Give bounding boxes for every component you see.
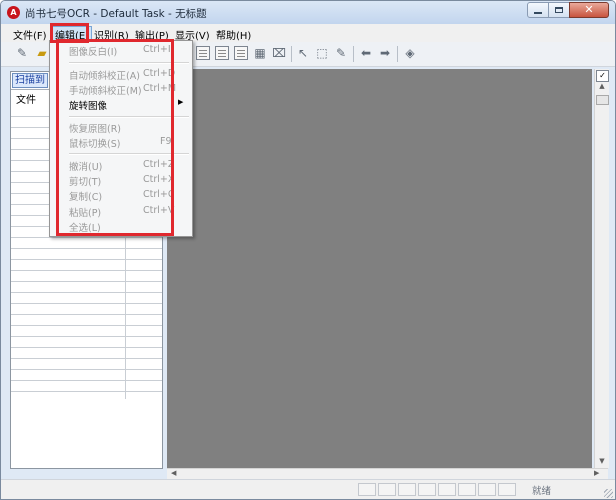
caption-buttons: ✕: [527, 2, 609, 19]
window-title: 尚书七号OCR - Default Task - 无标题: [25, 8, 207, 20]
prev-arrow-icon[interactable]: ⬅: [359, 46, 373, 60]
title-bar[interactable]: A 尚书七号OCR - Default Task - 无标题 ✕: [1, 1, 615, 24]
menu-file[interactable]: 文件(F): [10, 26, 50, 43]
app-logo-icon[interactable]: A: [7, 6, 20, 19]
minimize-icon: [534, 12, 542, 14]
open-folder-icon[interactable]: ▰: [35, 46, 49, 60]
status-cell: [398, 483, 416, 496]
delete-region-icon[interactable]: ⌧: [272, 46, 286, 60]
resize-grip-icon[interactable]: [604, 489, 613, 498]
table-icon[interactable]: [234, 46, 248, 60]
pen-icon[interactable]: ✎: [334, 46, 348, 60]
column-header-file[interactable]: 文件: [16, 91, 36, 106]
layout-icon[interactable]: [196, 46, 210, 60]
menu-help[interactable]: 帮助(H): [213, 26, 254, 43]
minimize-button[interactable]: [527, 2, 549, 18]
status-cell: [458, 483, 476, 496]
select-region-icon[interactable]: ⬚: [315, 46, 329, 60]
close-icon: ✕: [584, 3, 594, 16]
scroll-thumb[interactable]: [596, 95, 609, 105]
annotation-highlight-dropdown: [56, 39, 174, 236]
app-window: A 尚书七号OCR - Default Task - 无标题 ✕ 文件(F) 编…: [0, 0, 616, 500]
status-bar: 就绪: [1, 479, 615, 499]
image-region-icon[interactable]: ▦: [253, 46, 267, 60]
status-cell: [358, 483, 376, 496]
pointer-icon[interactable]: ↖: [296, 46, 310, 60]
checkbox-icon[interactable]: ✓: [596, 70, 609, 82]
image-canvas[interactable]: [167, 69, 592, 468]
status-cell: [438, 483, 456, 496]
status-cell: [498, 483, 516, 496]
maximize-icon: [555, 7, 563, 13]
status-cell: [378, 483, 396, 496]
scroll-down-icon[interactable]: ▼: [597, 457, 607, 465]
recognize-icon[interactable]: ◈: [403, 46, 417, 60]
scan-to-tab[interactable]: 扫描到: [12, 73, 48, 88]
status-text: 就绪: [532, 486, 552, 497]
status-cell: [478, 483, 496, 496]
submenu-arrow-icon: ▶: [178, 98, 184, 106]
scroll-left-icon[interactable]: ◀: [171, 469, 176, 477]
vertical-scrollbar[interactable]: ✓ ▲ ▼: [594, 69, 609, 468]
next-arrow-icon[interactable]: ➡: [378, 46, 392, 60]
scroll-up-icon[interactable]: ▲: [597, 82, 607, 90]
maximize-button[interactable]: [548, 2, 570, 18]
status-cell: [418, 483, 436, 496]
scroll-right-icon[interactable]: ▶: [594, 469, 599, 477]
close-button[interactable]: ✕: [569, 2, 609, 18]
layout-icon[interactable]: [215, 46, 229, 60]
scan-icon[interactable]: ✎: [15, 46, 29, 60]
